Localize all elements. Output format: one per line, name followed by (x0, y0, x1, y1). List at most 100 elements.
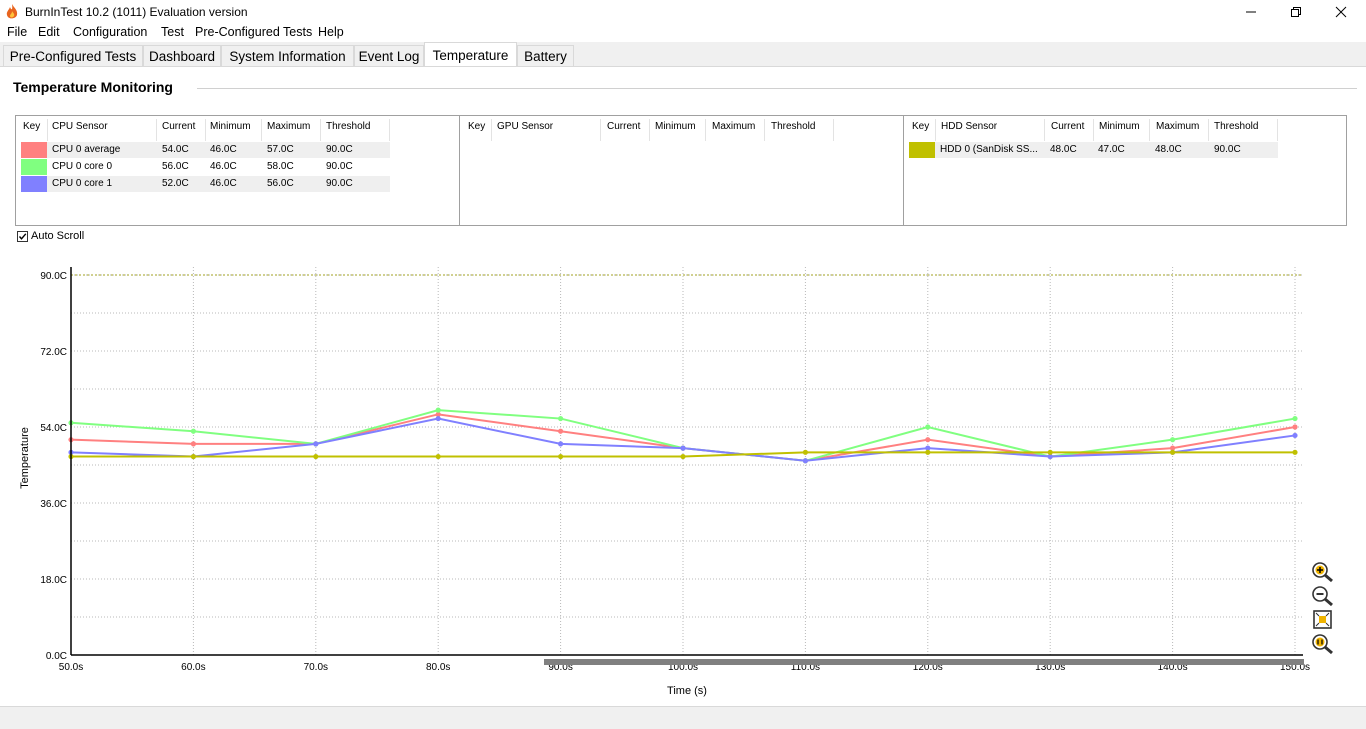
data-point (1292, 415, 1298, 422)
menu-bar: File Edit Configuration Test Pre-Configu… (0, 24, 1366, 42)
data-point (802, 449, 809, 455)
data-point (680, 445, 686, 451)
tab-dashboard[interactable]: Dashboard (143, 45, 221, 66)
gpu-header-maximum: Maximum (712, 121, 756, 132)
tab-battery[interactable]: Battery (517, 45, 574, 66)
menu-configuration[interactable]: Configuration (73, 25, 147, 39)
data-point (190, 453, 196, 460)
data-point (313, 441, 319, 447)
x-tick-label: 50.0s (59, 662, 83, 673)
data-point (313, 453, 319, 460)
tab-bar: Pre-Configured Tests Dashboard System In… (0, 42, 1366, 67)
data-point (190, 428, 196, 434)
zoom-in-icon[interactable] (1311, 561, 1335, 583)
sensor-current: 48.0C (1050, 144, 1077, 155)
x-tick-label: 80.0s (426, 662, 450, 673)
sensor-maximum: 57.0C (267, 144, 294, 155)
zoom-fit-icon[interactable] (1311, 609, 1335, 631)
flame-app-icon (6, 4, 18, 19)
title-bar: BurnInTest 10.2 (1011) Evaluation versio… (0, 0, 1366, 24)
tab-temperature[interactable]: Temperature (424, 42, 517, 67)
y-tick-label: 18.0C (40, 575, 67, 586)
tab-pre-configured-tests[interactable]: Pre-Configured Tests (3, 45, 143, 66)
data-point (925, 449, 931, 455)
header-separator (389, 119, 390, 141)
auto-scroll-toggle[interactable]: Auto Scroll (17, 230, 84, 242)
sensor-maximum: 58.0C (267, 161, 294, 172)
data-point (435, 415, 441, 422)
data-point (1292, 449, 1298, 455)
sensor-minimum: 46.0C (210, 144, 237, 155)
cpu-sensor-table: Key CPU Sensor Current Minimum Maximum T… (15, 115, 460, 226)
zoom-out-icon[interactable] (1311, 585, 1335, 607)
window-title: BurnInTest 10.2 (1011) Evaluation versio… (25, 5, 248, 19)
close-button[interactable] (1318, 0, 1364, 24)
restore-button[interactable] (1273, 0, 1319, 24)
section-divider (197, 88, 1357, 89)
y-tick-label: 36.0C (40, 499, 67, 510)
sensor-name: HDD 0 (SanDisk SS... (940, 144, 1038, 155)
auto-scroll-checkbox[interactable] (17, 230, 28, 242)
gpu-header-key: Key (468, 121, 486, 132)
menu-test[interactable]: Test (161, 25, 184, 39)
data-point (558, 453, 564, 460)
hdd-header-threshold: Threshold (1214, 121, 1259, 132)
hdd-header-current: Current (1051, 121, 1085, 132)
menu-pre-configured-tests[interactable]: Pre-Configured Tests (195, 25, 312, 39)
data-point (1292, 424, 1298, 430)
gpu-sensor-table: Key GPU Sensor Current Minimum Maximum T… (459, 115, 904, 226)
table-row[interactable]: CPU 0 core 1 52.0C 46.0C 56.0C 90.0C (21, 176, 390, 192)
hdd-sensor-table: Key HDD Sensor Current Minimum Maximum T… (903, 115, 1347, 226)
data-point (680, 453, 686, 460)
sensor-maximum: 56.0C (267, 178, 294, 189)
table-row[interactable]: CPU 0 core 0 56.0C 46.0C 58.0C 90.0C (21, 159, 390, 175)
header-separator (320, 119, 321, 141)
chart-axes: 0.0C 18.0C 36.0C 54.0C 72.0C 90.0C 50.0s 60.0s 7… (40, 267, 1310, 673)
menu-help[interactable]: Help (318, 25, 344, 39)
data-point (1170, 437, 1176, 443)
header-separator (156, 119, 157, 141)
cpu-header-threshold: Threshold (326, 121, 371, 132)
y-axis-label: Temperature (19, 427, 31, 489)
checkmark-icon (18, 232, 27, 240)
chart-scrollbar[interactable] (544, 659, 1304, 665)
temperature-chart[interactable]: 0.0C 18.0C 36.0C 54.0C 72.0C 90.0C 50.0s 60.0s 7… (0, 258, 1366, 703)
cpu-header-minimum: Minimum (210, 121, 251, 132)
zoom-reset-icon[interactable] (1311, 633, 1335, 655)
y-tick-label: 72.0C (40, 347, 67, 358)
sensor-current: 52.0C (162, 178, 189, 189)
data-point (435, 453, 441, 460)
header-separator (47, 119, 48, 141)
data-point (802, 458, 809, 464)
tab-system-information[interactable]: System Information (221, 45, 354, 66)
color-key-swatch (21, 159, 47, 175)
chart-grid (71, 267, 1303, 655)
header-separator (705, 119, 706, 141)
header-separator (935, 119, 936, 141)
table-row[interactable]: CPU 0 average 54.0C 46.0C 57.0C 90.0C (21, 142, 390, 158)
header-separator (1277, 119, 1278, 141)
minimize-button[interactable] (1228, 0, 1274, 24)
y-tick-label: 54.0C (40, 423, 67, 434)
data-point (1170, 449, 1176, 455)
header-separator (1149, 119, 1150, 141)
header-separator (1044, 119, 1045, 141)
hdd-header-key: Key (912, 121, 930, 132)
data-point (435, 407, 441, 413)
cpu-header-key: Key (23, 121, 41, 132)
header-separator (764, 119, 765, 141)
tab-event-log[interactable]: Event Log (354, 45, 424, 66)
menu-edit[interactable]: Edit (38, 25, 60, 39)
menu-file[interactable]: File (7, 25, 27, 39)
header-separator (1093, 119, 1094, 141)
gpu-header-minimum: Minimum (655, 121, 696, 132)
data-point (925, 424, 931, 430)
table-row[interactable]: HDD 0 (SanDisk SS... 48.0C 47.0C 48.0C 9… (909, 142, 1278, 158)
cpu-header-current: Current (162, 121, 196, 132)
color-key-swatch (909, 142, 935, 158)
sensor-current: 56.0C (162, 161, 189, 172)
header-separator (261, 119, 262, 141)
y-tick-label: 0.0C (46, 651, 67, 662)
cpu-header-sensor: CPU Sensor (52, 121, 108, 132)
sensor-threshold: 90.0C (326, 161, 353, 172)
